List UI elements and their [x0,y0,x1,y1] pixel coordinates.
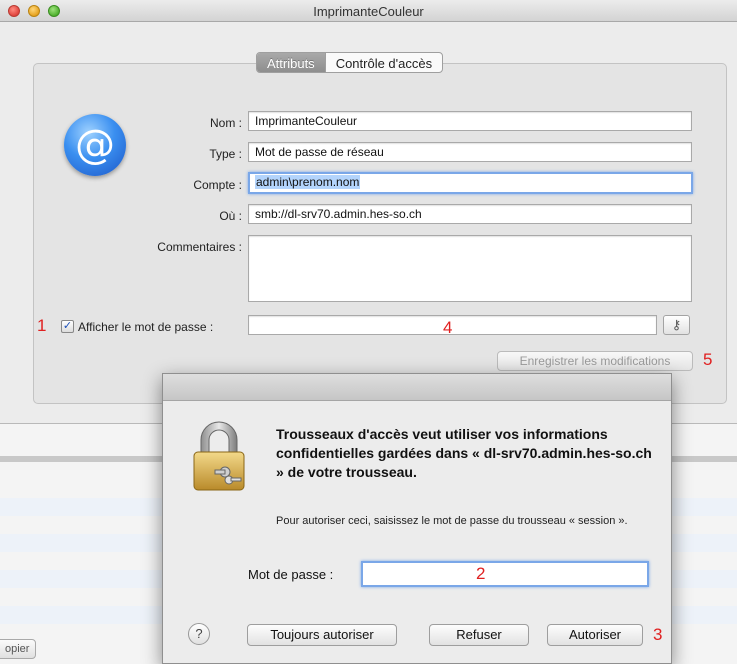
annotation-1: 1 [37,316,47,335]
comments-field[interactable] [248,235,692,302]
annotation-2: 2 [476,564,486,583]
tab-bar: Attributs Contrôle d'accès [256,52,444,73]
dialog-title: Trousseaux d'accès veut utiliser vos inf… [276,426,652,480]
account-field[interactable]: admin\prenom.nom [248,172,693,194]
comments-label: Commentaires : [157,240,242,254]
annotation-3: 3 [653,625,663,644]
tab-attributes[interactable]: Attributs [257,53,325,72]
keychain-access-dialog: Trousseaux d'accès veut utiliser vos inf… [162,373,672,664]
type-field[interactable]: Mot de passe de réseau [248,142,692,162]
type-label: Type : [209,147,242,161]
save-changes-button[interactable]: Enregistrer les modifications [497,351,693,371]
copy-button[interactable]: opier [0,639,36,659]
password-field[interactable] [248,315,657,335]
keychain-item-window: ImprimanteCouleur Attributs Contrôle d'a… [0,0,737,424]
name-label: Nom : [209,116,242,130]
lock-icon [193,421,245,491]
tab-access-control[interactable]: Contrôle d'accès [324,53,442,72]
key-icon[interactable]: ⚷ [663,315,690,335]
name-field[interactable]: ImprimanteCouleur [248,111,692,131]
help-icon[interactable]: ? [188,623,210,645]
dialog-title-bar [163,374,671,401]
keychain-password-label: Mot de passe : [248,567,334,582]
annotation-4: 4 [443,318,453,337]
deny-button[interactable]: Refuser [429,624,529,646]
keychain-password-field[interactable] [361,561,649,587]
show-password-checkbox[interactable]: ✓ [61,320,74,333]
at-sign-icon: @ [64,114,126,176]
title-bar[interactable]: ImprimanteCouleur [0,0,737,22]
window-title: ImprimanteCouleur [313,4,424,19]
account-label: Compte : [193,178,242,192]
allow-button[interactable]: Autoriser [547,624,643,646]
account-value: admin\prenom.nom [255,175,361,189]
show-password-label: Afficher le mot de passe : [78,320,214,334]
where-field[interactable]: smb://dl-srv70.admin.hes-so.ch [248,204,692,224]
dialog-message: Pour autoriser ceci, saisissez le mot de… [276,515,628,527]
where-label: Où : [219,209,242,223]
always-allow-button[interactable]: Toujours autoriser [247,624,397,646]
annotation-5: 5 [703,350,713,369]
